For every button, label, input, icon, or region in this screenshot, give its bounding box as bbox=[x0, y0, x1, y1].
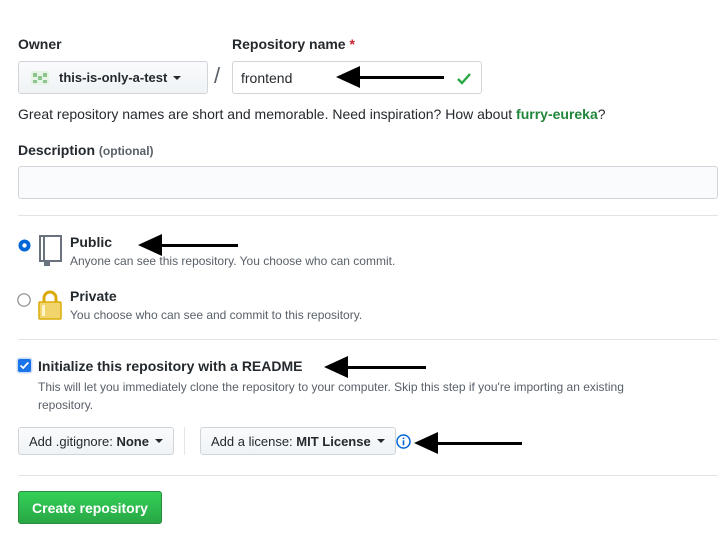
owner-repo-separator: / bbox=[214, 63, 221, 88]
required-mark: * bbox=[349, 36, 355, 52]
chevron-down-icon bbox=[376, 439, 385, 443]
chevron-down-icon bbox=[173, 75, 182, 80]
owner-select[interactable]: this-is-only-a-test bbox=[18, 61, 208, 94]
chevron-down-icon bbox=[154, 439, 163, 443]
divider bbox=[18, 339, 718, 340]
lock-icon bbox=[37, 289, 63, 324]
repo-name-label: Repository name * bbox=[232, 36, 355, 52]
vertical-divider bbox=[184, 427, 185, 455]
license-select[interactable]: Add a license: MIT License bbox=[200, 427, 396, 455]
info-icon[interactable] bbox=[396, 434, 411, 452]
create-repository-button[interactable]: Create repository bbox=[18, 491, 162, 524]
private-title: Private bbox=[70, 288, 117, 304]
description-input[interactable] bbox=[18, 166, 718, 199]
gitignore-prefix: Add .gitignore: bbox=[29, 433, 113, 449]
owner-identicon bbox=[31, 70, 49, 85]
readme-desc: This will let you immediately clone the … bbox=[38, 380, 624, 412]
repo-name-value: frontend bbox=[241, 70, 293, 86]
readme-title: Initialize this repository with a README bbox=[38, 358, 303, 374]
description-label-text: Description bbox=[18, 142, 96, 158]
repo-name-hint: Great repository names are short and mem… bbox=[18, 106, 606, 122]
description-optional: (optional) bbox=[98, 144, 154, 158]
license-prefix: Add a license: bbox=[211, 433, 293, 449]
license-value: MIT License bbox=[296, 433, 371, 449]
owner-label: Owner bbox=[18, 36, 62, 52]
gitignore-value: None bbox=[116, 433, 149, 449]
gitignore-select[interactable]: Add .gitignore: None bbox=[18, 427, 174, 455]
annotation-arrow bbox=[414, 432, 522, 456]
private-radio[interactable] bbox=[17, 293, 31, 310]
description-label: Description (optional) bbox=[18, 142, 154, 158]
divider bbox=[18, 215, 718, 216]
repo-name-label-text: Repository name bbox=[232, 36, 346, 52]
public-radio[interactable] bbox=[18, 239, 31, 255]
check-icon bbox=[456, 70, 472, 89]
repo-book-icon bbox=[37, 235, 63, 270]
annotation-arrow bbox=[336, 66, 446, 90]
divider bbox=[18, 475, 718, 476]
public-title: Public bbox=[70, 234, 113, 250]
hint-suffix: ? bbox=[597, 106, 606, 122]
readme-checkbox[interactable] bbox=[16, 357, 33, 377]
annotation-arrow bbox=[324, 356, 426, 380]
private-desc: You choose who can see and commit to thi… bbox=[70, 308, 363, 322]
hint-prefix: Great repository names are short and mem… bbox=[18, 106, 517, 122]
owner-value: this-is-only-a-test bbox=[59, 70, 168, 85]
annotation-arrow bbox=[138, 234, 238, 258]
name-suggestion-link[interactable]: furry-eureka bbox=[516, 106, 598, 122]
